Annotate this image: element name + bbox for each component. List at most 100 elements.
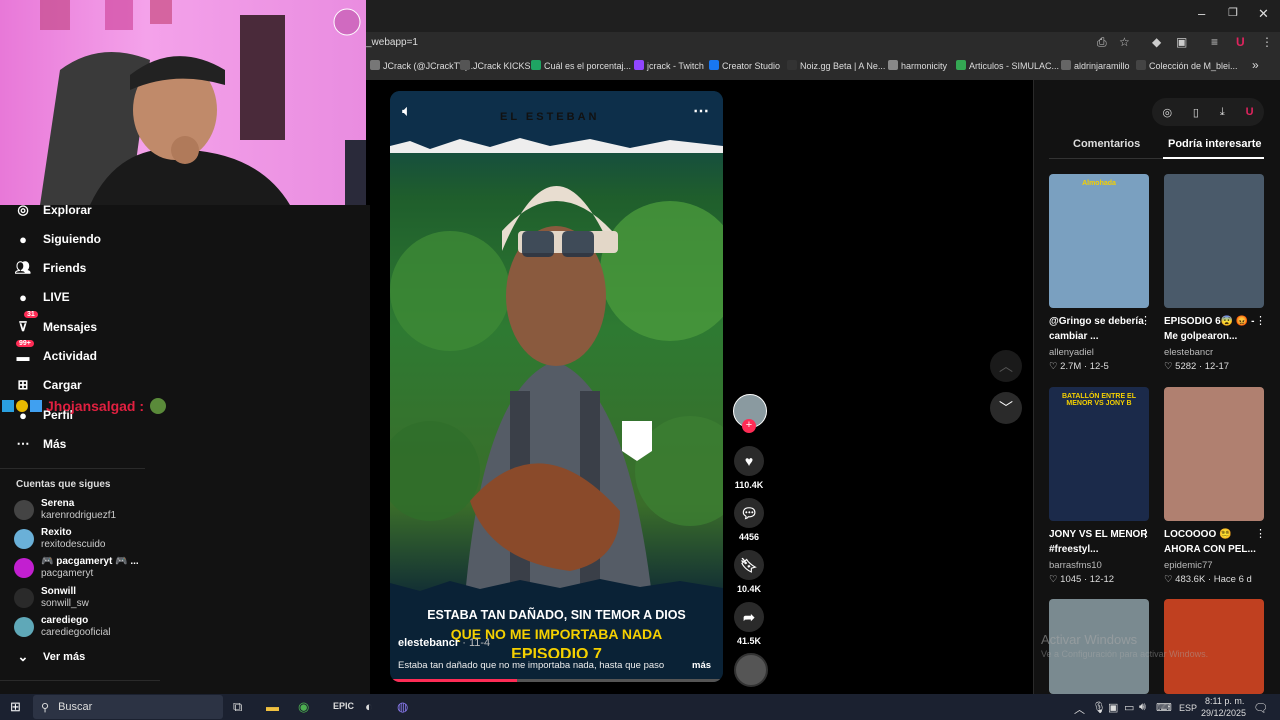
tab-comments[interactable]: Comentarios xyxy=(1073,138,1140,150)
sidebar-item-friends[interactable]: 👥︎ Friends xyxy=(14,256,87,280)
task-view-icon[interactable]: ⧉ xyxy=(233,699,242,715)
recommended-title[interactable]: LOCOOOO 😵‍💫 AHORA CON PEL... xyxy=(1164,527,1264,557)
thumbnail-text: Almohada xyxy=(1082,180,1116,187)
phone-icon[interactable]: ▯ xyxy=(1193,106,1199,119)
sidebar-item-mensajes[interactable]: ⊽ 31 Mensajes xyxy=(14,311,98,339)
video-author[interactable]: elestebancr xyxy=(398,637,459,649)
recommended-user[interactable]: epidemic77 xyxy=(1164,560,1213,571)
network-icon[interactable]: ▭ xyxy=(1124,701,1134,714)
sidebar-item-cargar[interactable]: ⊞ Cargar xyxy=(14,373,82,397)
reading-list-icon[interactable]: ≡ xyxy=(1211,35,1218,49)
extensions-puzzle-icon[interactable]: ▣ xyxy=(1176,35,1187,49)
video-options-icon[interactable]: ⋮ xyxy=(1140,314,1151,327)
activity-icon: ▬ xyxy=(16,348,30,364)
download-icon[interactable]: ⤓ xyxy=(1220,106,1225,119)
bookmark-item[interactable]: jcrack - Twitch xyxy=(634,60,704,71)
video-player[interactable]: 🔈︎ EL ESTEBAN ⋯ ESTABA TAN DAÑADO, SIN T… xyxy=(390,91,723,682)
tray-chevron-icon[interactable]: ︿ xyxy=(1074,701,1085,717)
volume-icon[interactable]: 🔈︎ xyxy=(402,103,412,121)
sidebar-item-explorar[interactable]: ◎ Explorar xyxy=(14,198,91,222)
following-account[interactable]: carediego carediegooficial xyxy=(14,612,111,642)
follow-plus-icon[interactable]: + xyxy=(742,419,756,433)
maximize-icon[interactable]: ❐ xyxy=(1228,6,1238,19)
video-options-icon[interactable]: ⋮ xyxy=(1140,527,1151,540)
following-account[interactable]: Rexito rexitodescuido xyxy=(14,524,105,554)
recommended-thumbnail[interactable] xyxy=(1164,387,1264,521)
previous-video-button[interactable]: ︿ xyxy=(990,350,1022,382)
epic-games-icon[interactable]: EPIC xyxy=(333,701,354,711)
sidebar-item-label: Mensajes xyxy=(43,320,98,334)
taskbar-search[interactable]: ⚲ Buscar xyxy=(33,695,223,719)
recommended-user[interactable]: barrasfms10 xyxy=(1049,560,1102,571)
notifications-icon[interactable]: 🗨︎ xyxy=(1253,701,1268,715)
recommended-thumbnail[interactable]: Almohada xyxy=(1049,174,1149,308)
video-options-icon[interactable]: ⋮ xyxy=(1255,527,1266,540)
menu-kebab-icon[interactable]: ⋮ xyxy=(1261,35,1273,49)
recommended-thumbnail[interactable] xyxy=(1164,599,1264,694)
compass-icon[interactable]: ◎ xyxy=(1162,106,1172,119)
bookmark-favicon-icon xyxy=(1061,60,1071,70)
minimize-icon[interactable]: – xyxy=(1198,6,1205,21)
sidebar-item-label: Cargar xyxy=(43,378,82,392)
bookmark-icon[interactable]: 🔖︎ xyxy=(734,550,764,580)
next-video-button[interactable]: ﹀ xyxy=(990,392,1022,424)
save-action[interactable]: 🔖︎ 10.4K xyxy=(734,550,764,594)
sidebar-item-más[interactable]: ⋯ Más xyxy=(14,432,67,456)
following-account[interactable]: Serena karenrodriguezf1 xyxy=(14,495,116,525)
volume-tray-icon[interactable]: 🔊︎ xyxy=(1139,701,1146,714)
tab-recommended[interactable]: Podría interesarte xyxy=(1168,138,1262,150)
windows-start-icon[interactable]: ⊞ xyxy=(10,699,21,715)
recommended-thumbnail[interactable] xyxy=(1164,174,1264,308)
bookmark-item[interactable]: Noiz.gg Beta | A Ne... xyxy=(787,60,885,71)
extension-diamond-icon[interactable]: ◆ xyxy=(1152,35,1161,49)
profile-icon[interactable]: U xyxy=(1236,35,1245,49)
sound-disc-icon[interactable] xyxy=(734,653,768,687)
discord-icon[interactable]: ◍ xyxy=(397,699,408,715)
recommended-thumbnail[interactable]: BATALLÓN ENTRE EL MENOR VS JONY B xyxy=(1049,387,1149,521)
file-explorer-icon[interactable]: ▬ xyxy=(266,699,279,714)
bookmark-item[interactable]: JCrack KICKS xyxy=(460,60,531,71)
tray-app-icon[interactable]: ▣ xyxy=(1108,701,1118,714)
recommended-title[interactable]: EPISODIO 6😨 😡 - Me golpearon... xyxy=(1164,314,1264,344)
bookmark-item[interactable]: Creator Studio xyxy=(709,60,780,71)
recommended-title[interactable]: @Gringo se debería cambiar ... xyxy=(1049,314,1149,344)
more-link[interactable]: más xyxy=(692,660,711,671)
recommended-user[interactable]: elestebancr xyxy=(1164,347,1213,358)
like-action[interactable]: ♥ 110.4K xyxy=(734,446,764,490)
comment-action[interactable]: 💬︎ 4456 xyxy=(734,498,764,542)
bookmark-item[interactable]: Cuál es el porcentaj... xyxy=(531,60,631,71)
install-app-icon[interactable]: ⎙ xyxy=(1097,35,1107,50)
keyboard-icon[interactable]: ⌨ xyxy=(1156,701,1172,714)
video-options-icon[interactable]: ⋮ xyxy=(1255,314,1266,327)
video-options-icon[interactable]: ⋯ xyxy=(693,101,709,121)
sidebar-item-actividad[interactable]: ▬ 99+ Actividad xyxy=(14,340,97,368)
recommended-title[interactable]: JONY VS EL MENOR #freestyl... xyxy=(1049,527,1149,557)
recommended-user[interactable]: allenyadiel xyxy=(1049,347,1094,358)
see-more-button[interactable]: ⌄ Ver más xyxy=(14,645,86,669)
clock-time[interactable]: 8:11 p. m. xyxy=(1205,696,1244,706)
comment-icon[interactable]: 💬︎ xyxy=(734,498,764,528)
share-action[interactable]: ➦ 41.5K xyxy=(734,602,764,646)
more-bookmarks-icon[interactable]: » xyxy=(1252,58,1259,72)
sidebar-item-label: Más xyxy=(43,437,67,451)
close-icon[interactable]: ✕ xyxy=(1258,6,1269,22)
sidebar-item-siguiendo[interactable]: ● Siguiendo xyxy=(14,227,101,251)
following-account[interactable]: Sonwill sonwill_sw xyxy=(14,583,89,613)
heart-icon[interactable]: ♥ xyxy=(734,446,764,476)
mic-icon[interactable]: 🎙︎ xyxy=(1092,701,1106,714)
progress-track[interactable] xyxy=(390,679,723,682)
bookmark-item[interactable]: harmonicity xyxy=(888,60,947,71)
avatar[interactable]: U xyxy=(1246,106,1254,118)
bookmark-item[interactable]: Articulos - SIMULAC... xyxy=(956,60,1059,71)
clock-date[interactable]: 29/12/2025 xyxy=(1201,708,1246,718)
bookmark-item[interactable]: Colección de M_blei... xyxy=(1136,60,1238,71)
url-text[interactable]: _webapp=1 xyxy=(366,37,418,48)
language-indicator[interactable]: ESP xyxy=(1179,703,1197,713)
chrome-icon[interactable]: ◉ xyxy=(298,699,309,715)
bookmark-item[interactable]: aldrinjaramillo xyxy=(1061,60,1130,71)
obs-icon[interactable]: ◐ xyxy=(365,699,373,714)
bookmark-star-icon[interactable]: ☆ xyxy=(1119,35,1130,49)
following-account[interactable]: 🎮 pacgameryt 🎮 ... pacgameryt xyxy=(14,553,139,583)
share-icon[interactable]: ➦ xyxy=(734,602,764,632)
sidebar-item-live[interactable]: ● LIVE xyxy=(14,285,70,309)
